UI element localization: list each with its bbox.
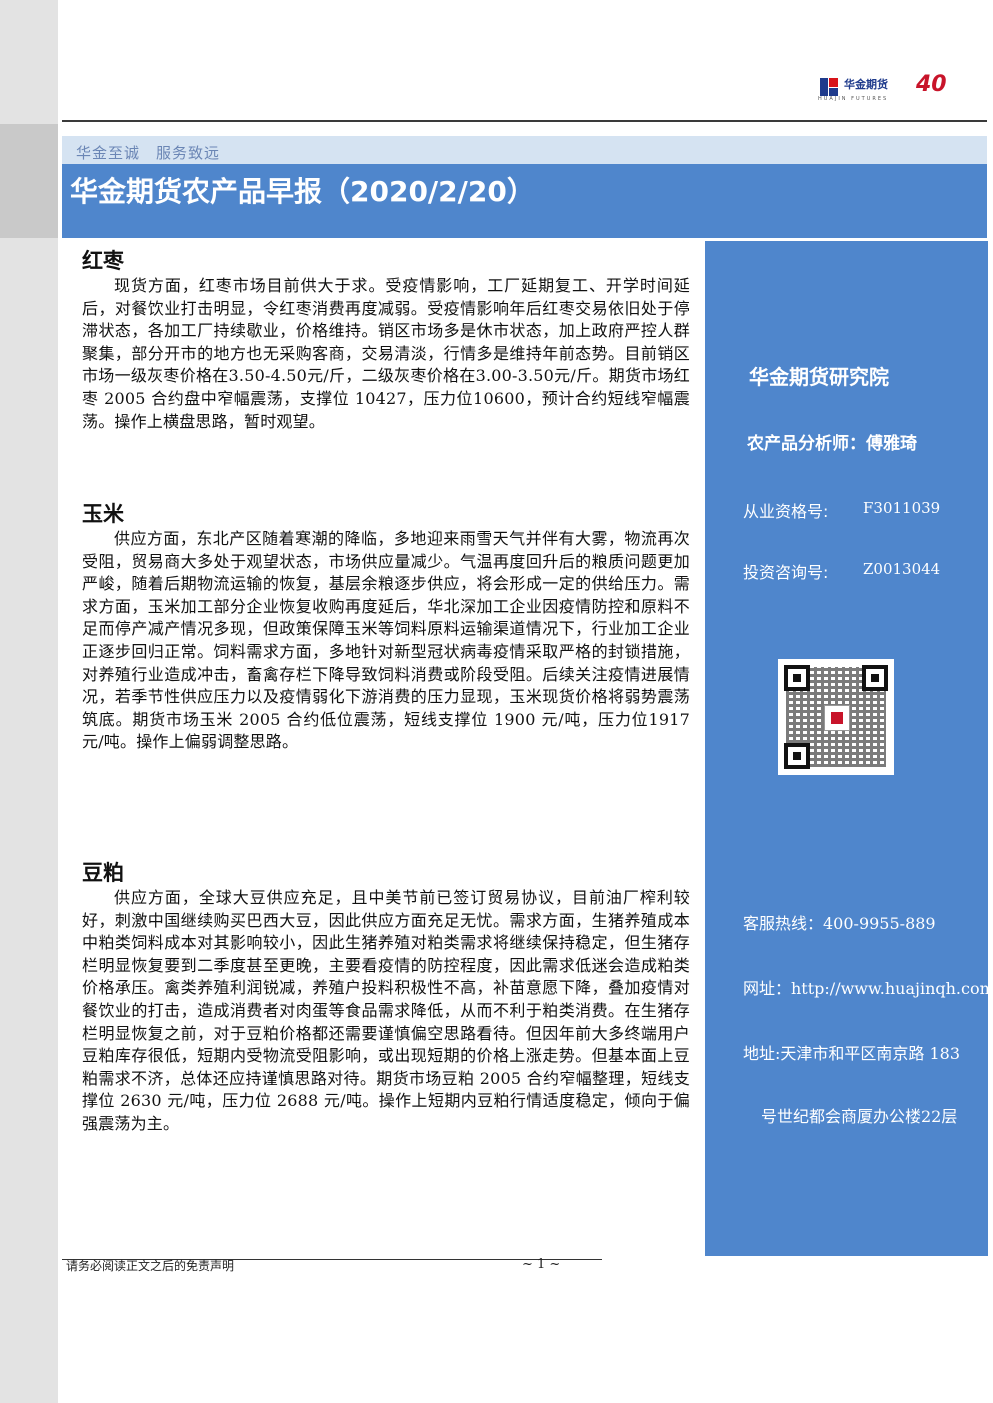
logo-name: 华金期货 xyxy=(844,78,888,91)
company-logo: 华金期货 HUAJIN FUTURES 40 xyxy=(818,72,963,106)
qr-code-icon xyxy=(778,659,894,775)
disclaimer-note: 请务必阅读正文之后的免责声明 xyxy=(66,1259,235,1273)
qualification-row: 从业资格号: F3011039 xyxy=(743,498,940,522)
service-hotline: 客服热线：400-9955-889 xyxy=(743,914,936,933)
left-margin-band xyxy=(0,124,58,238)
website-link[interactable]: 网址：http://www.huajinqh.com/ xyxy=(743,975,993,999)
left-margin-bar xyxy=(0,0,58,1403)
qualification-label: 从业资格号: xyxy=(743,502,829,521)
header-rule xyxy=(62,120,987,122)
logo-subtitle: HUAJIN FUTURES xyxy=(818,96,889,102)
slogan-text: 华金至诚 服务致远 xyxy=(76,144,221,162)
section-soymeal: 豆粕 供应方面，全球大豆供应充足，且中美节前已签订贸易协议，目前油厂榨利较好，刺… xyxy=(82,857,690,1136)
section-heading: 红枣 xyxy=(82,249,124,273)
section-body: 供应方面，全球大豆供应充足，且中美节前已签订贸易协议，目前油厂榨利较好，刺激中国… xyxy=(82,888,690,1133)
analyst-name: 农产品分析师：傅雅琦 xyxy=(747,434,917,454)
address-line-1: 地址:天津市和平区南京路 183 xyxy=(743,1044,961,1063)
consult-number: Z0013044 xyxy=(863,560,941,578)
consult-label: 投资咨询号: xyxy=(743,563,829,582)
report-title: 华金期货农产品早报（2020/2/20） xyxy=(70,175,535,208)
consult-row: 投资咨询号: Z0013044 xyxy=(743,559,940,583)
section-heading: 豆粕 xyxy=(82,861,124,885)
section-heading: 玉米 xyxy=(82,502,124,526)
institute-name: 华金期货研究院 xyxy=(749,365,889,389)
section-body: 供应方面，东北产区随着寒潮的降临，多地迎来雨雪天气并伴有大雾，物流再次受阻，贸易… xyxy=(82,529,690,752)
info-sidebar: 华金期货研究院 农产品分析师：傅雅琦 从业资格号: F3011039 投资咨询号… xyxy=(705,241,993,1256)
page-number: ~ 1 ~ xyxy=(522,1257,561,1272)
qualification-number: F3011039 xyxy=(863,499,941,517)
logo-mark-icon xyxy=(818,76,840,98)
anniversary-badge: 40 xyxy=(916,72,947,97)
title-bar: 华金期货农产品早报（2020/2/20） xyxy=(62,164,987,238)
section-body: 现货方面，红枣市场目前供大于求。受疫情影响，工厂延期复工、开学时间延后，对餐饮业… xyxy=(82,276,690,431)
section-jujube: 红枣 现货方面，红枣市场目前供大于求。受疫情影响，工厂延期复工、开学时间延后，对… xyxy=(82,245,690,433)
section-corn: 玉米 供应方面，东北产区随着寒潮的降临，多地迎来雨雪天气并伴有大雾，物流再次受阻… xyxy=(82,498,690,754)
slogan-bar: 华金至诚 服务致远 xyxy=(62,136,987,164)
address-line-2: 号世纪都会商厦办公楼22层 xyxy=(761,1107,958,1126)
